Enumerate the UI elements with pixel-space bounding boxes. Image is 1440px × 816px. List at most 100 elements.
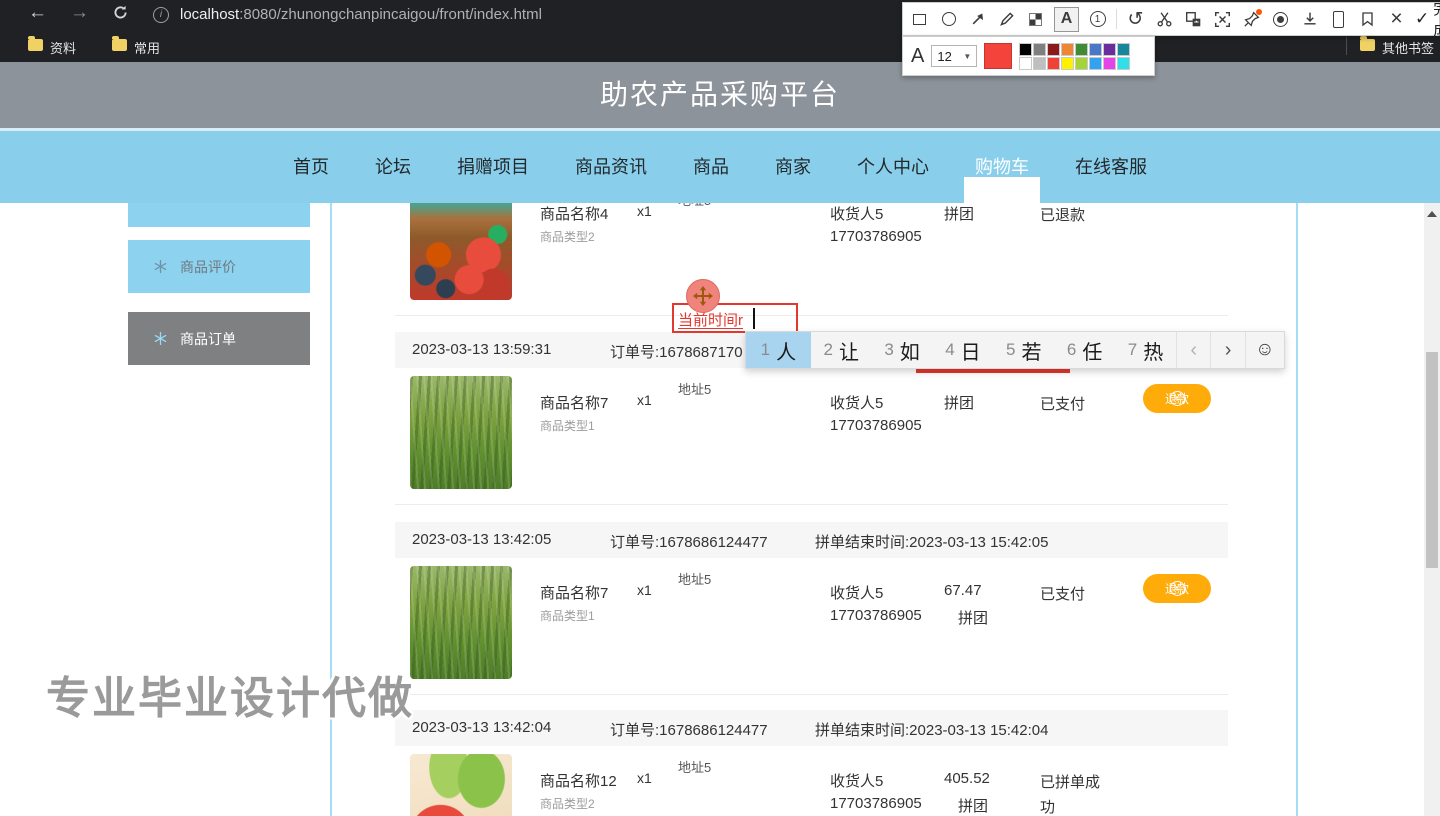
candidate-char: 若 <box>1022 336 1042 365</box>
undo-icon[interactable]: ↺ <box>1125 9 1146 30</box>
ime-candidate[interactable]: 1 人 <box>746 332 811 368</box>
palette-color[interactable] <box>1103 43 1116 56</box>
address-url[interactable]: localhost:8080/zhunongchanpincaigou/fron… <box>180 6 542 23</box>
record-icon[interactable] <box>1270 9 1291 30</box>
back-icon[interactable]: ← <box>28 2 47 24</box>
palette-color[interactable] <box>1117 57 1130 70</box>
order-row: 商品名称7 商品类型1 x1 地址5 收货人5 17703786905 67.4… <box>395 558 1228 695</box>
current-color-swatch[interactable] <box>984 43 1012 69</box>
ime-prev-page-icon[interactable]: ‹ <box>1176 332 1210 368</box>
product-type: 商品类型1 <box>540 607 595 624</box>
palette-color[interactable] <box>1019 57 1032 70</box>
nav-item-donate[interactable]: 捐赠项目 <box>434 131 552 203</box>
nav-item-cart[interactable]: 购物车 <box>952 131 1052 203</box>
order-status: 已退款 <box>1040 203 1106 228</box>
order-group-end-time: 拼单结束时间:2023-03-13 15:42:04 <box>815 719 1048 740</box>
palette-color[interactable] <box>1033 57 1046 70</box>
order-row: 商品名称4 商品类型2 x1 地址5 收货人5 17703786905 拼团 已… <box>395 203 1228 316</box>
send-to-phone-icon[interactable] <box>1328 9 1349 30</box>
ime-candidate[interactable]: 2 让 <box>811 332 872 368</box>
snowflake-icon <box>154 332 167 345</box>
ime-candidate[interactable]: 6 任 <box>1054 332 1115 368</box>
product-image[interactable] <box>410 203 512 300</box>
refund-button[interactable]: ¥ 退款 <box>1143 574 1211 603</box>
product-image[interactable] <box>410 376 512 489</box>
close-icon[interactable]: × <box>1386 9 1407 30</box>
sidebar-item-label: 商品订单 <box>180 329 236 349</box>
mosaic-tool-icon[interactable] <box>1025 9 1046 30</box>
other-bookmarks[interactable]: 其他书签 <box>1382 38 1434 57</box>
ime-candidate[interactable]: 7 热 <box>1115 332 1176 368</box>
annotation-red-line <box>916 369 1070 373</box>
palette-color[interactable] <box>1047 43 1060 56</box>
palette-color[interactable] <box>1019 43 1032 56</box>
reload-icon[interactable] <box>112 4 129 27</box>
text-tool-icon[interactable]: A <box>1054 7 1079 32</box>
palette-color[interactable] <box>1089 57 1102 70</box>
page-title: 助农产品采购平台 <box>0 62 1440 128</box>
palette-color[interactable] <box>1061 43 1074 56</box>
product-quantity: x1 <box>637 203 652 219</box>
palette-color[interactable] <box>1117 43 1130 56</box>
palette-color[interactable] <box>1089 43 1102 56</box>
font-size-dropdown[interactable]: 12 ▼ <box>931 45 977 67</box>
content-right-border <box>1296 203 1298 816</box>
order-number: 订单号:1678687170 <box>610 341 743 362</box>
nav-item-profile[interactable]: 个人中心 <box>834 131 952 203</box>
product-type: 商品类型2 <box>540 795 595 812</box>
ime-next-page-icon[interactable]: › <box>1210 332 1244 368</box>
product-image[interactable] <box>410 754 512 816</box>
nav-item-news[interactable]: 商品资讯 <box>552 131 670 203</box>
translate-icon[interactable] <box>1183 9 1204 30</box>
nav-item-products[interactable]: 商品 <box>670 131 752 203</box>
product-image[interactable] <box>410 566 512 679</box>
palette-color[interactable] <box>1103 57 1116 70</box>
pin-icon[interactable] <box>1241 9 1262 30</box>
region-cut-icon[interactable] <box>1154 9 1175 30</box>
download-icon[interactable] <box>1299 9 1320 30</box>
product-type: 商品类型2 <box>540 228 595 245</box>
bookmark-ziliao[interactable]: 资料 <box>50 38 76 57</box>
pin-badge-dot <box>1256 9 1262 15</box>
ime-candidate[interactable]: 5 若 <box>993 332 1054 368</box>
forward-icon[interactable]: → <box>70 2 89 24</box>
refund-button[interactable]: ¥ 退款 <box>1143 384 1211 413</box>
step-number-tool-icon[interactable]: 1 <box>1087 9 1108 30</box>
scrollbar-up-arrow[interactable] <box>1427 211 1437 217</box>
page-scrollbar[interactable] <box>1424 203 1440 816</box>
candidate-number: 7 <box>1128 340 1137 360</box>
palette-color[interactable] <box>1033 43 1046 56</box>
annotation-move-handle[interactable] <box>686 279 720 313</box>
order-address: 地址5 <box>678 203 711 209</box>
nav-item-merchants[interactable]: 商家 <box>752 131 834 203</box>
nav-item-service[interactable]: 在线客服 <box>1052 131 1170 203</box>
pen-tool-icon[interactable] <box>996 9 1017 30</box>
done-button[interactable]: ✓ 完成 <box>1415 0 1440 40</box>
sidebar-item-partial[interactable] <box>128 203 310 227</box>
ime-candidate[interactable]: 3 如 <box>872 332 933 368</box>
page-info-icon[interactable]: i <box>153 7 169 23</box>
sidebar-item-product-orders[interactable]: 商品订单 <box>128 312 310 365</box>
palette-color[interactable] <box>1047 57 1060 70</box>
palette-color[interactable] <box>1075 43 1088 56</box>
nav-item-home[interactable]: 首页 <box>270 131 352 203</box>
sidebar-item-product-review[interactable]: 商品评价 <box>128 240 310 293</box>
candidate-number: 1 <box>761 340 770 360</box>
palette-color[interactable] <box>1075 57 1088 70</box>
scrollbar-thumb[interactable] <box>1426 352 1438 568</box>
palette-color[interactable] <box>1061 57 1074 70</box>
order-receiver: 收货人5 <box>830 392 883 413</box>
arrow-tool-icon[interactable] <box>967 9 988 30</box>
ime-candidate[interactable]: 4 日 <box>933 332 994 368</box>
bookmark-save-icon[interactable] <box>1357 9 1378 30</box>
font-style-icon[interactable]: A <box>911 45 924 68</box>
order-price: 67.47 <box>944 582 982 599</box>
rect-tool-icon[interactable] <box>909 9 930 30</box>
candidate-number: 2 <box>823 340 832 360</box>
ellipse-tool-icon[interactable] <box>938 9 959 30</box>
nav-item-forum[interactable]: 论坛 <box>352 131 434 203</box>
ime-emoji-icon[interactable]: ☺ <box>1245 332 1284 368</box>
candidate-number: 6 <box>1067 340 1076 360</box>
bookmark-changyong[interactable]: 常用 <box>134 38 160 57</box>
ocr-icon[interactable] <box>1212 9 1233 30</box>
